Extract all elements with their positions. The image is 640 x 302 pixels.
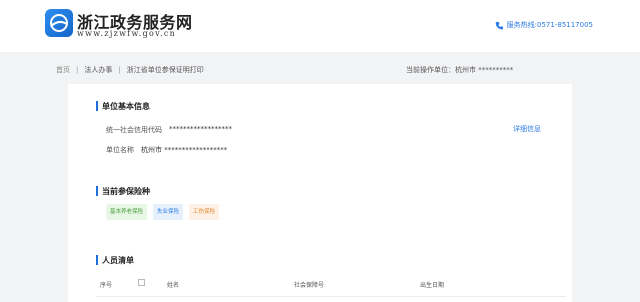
insurance-title: 当前参保险种 [96, 186, 150, 197]
breadcrumb-separator: | [118, 66, 121, 74]
hotline: 服务热线:0571-85117005 [495, 20, 593, 30]
site-header: 浙江政务服务网 www.zjzwfw.gov.cn 服务热线:0571-8511… [0, 0, 640, 52]
personnel-table-header: 序号 姓名 社会保障号 出生日期 [100, 279, 570, 290]
credit-code-label: 统一社会信用代码 [106, 126, 162, 134]
breadcrumb-separator: | [76, 66, 79, 74]
breadcrumb-bar: 首页 | 法人办事 | 浙江省单位参保证明打印 当前操作单位：杭州市 *****… [0, 58, 640, 80]
column-social-security-number: 社会保障号 [294, 282, 325, 289]
site-logo-icon[interactable] [45, 9, 73, 37]
breadcrumb-current: 浙江省单位参保证明打印 [126, 66, 204, 74]
current-operator: 当前操作单位：杭州市 ********** [406, 66, 514, 74]
column-index: 序号 [100, 282, 113, 289]
table-divider [96, 296, 566, 297]
main-card: 单位基本信息 统一社会信用代码 ****************** 详细信息 … [68, 84, 572, 302]
credit-code-value: ****************** [169, 125, 232, 133]
personnel-title: 人员清单 [96, 255, 134, 266]
tag-pension-insurance: 基本养老保险 [106, 204, 148, 220]
detail-info-link[interactable]: 详细信息 [513, 124, 541, 134]
breadcrumb-home[interactable]: 首页 [56, 65, 70, 75]
tag-injury-insurance: 工伤保险 [189, 204, 220, 220]
select-all-checkbox[interactable] [138, 279, 145, 286]
column-name: 姓名 [167, 282, 180, 289]
breadcrumb-legal-affairs[interactable]: 法人办事 [84, 65, 112, 75]
tag-unemployment-insurance: 失业保险 [153, 204, 184, 220]
insurance-tags: 基本养老保险 失业保险 工伤保险 [106, 204, 220, 220]
phone-icon [495, 21, 504, 30]
hotline-text: 服务热线:0571-85117005 [506, 21, 593, 29]
unit-name-value: 杭州市 ****************** [141, 146, 228, 154]
unit-info-title: 单位基本信息 [96, 101, 150, 112]
site-url: www.zjzwfw.gov.cn [77, 29, 177, 38]
breadcrumb: 首页 | 法人办事 | 浙江省单位参保证明打印 [56, 65, 204, 75]
unit-name-label: 单位名称 [106, 146, 134, 154]
column-birth-date: 出生日期 [420, 282, 445, 289]
